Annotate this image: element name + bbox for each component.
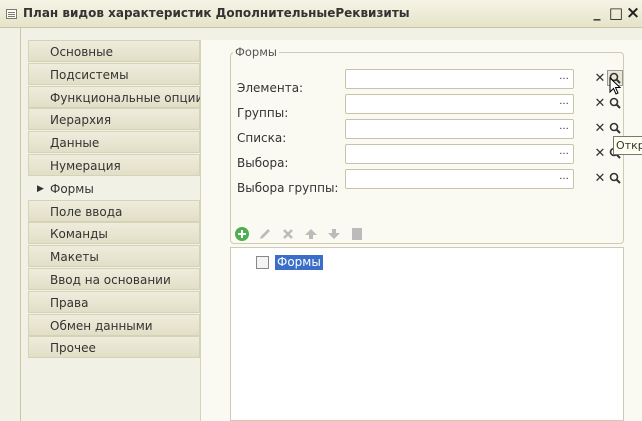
nav-item-label: Ввод на основании — [50, 272, 171, 287]
forms-group: Формы Элемента: ... ✕ Группы: ... ✕ Спис… — [230, 45, 624, 244]
nav-item-forms[interactable]: ▶ Формы — [28, 176, 200, 199]
nav-item-input-field[interactable]: Поле ввода — [28, 199, 200, 222]
nav-item-data[interactable]: Данные — [28, 131, 200, 154]
nav-item-label: Функциональные опции — [50, 90, 204, 105]
maximize-button[interactable]: □ — [607, 4, 625, 22]
nav-item-label: Нумерация — [50, 158, 121, 173]
clear-icon[interactable]: ✕ — [594, 147, 606, 161]
field-label-list: Списка: — [237, 131, 287, 145]
select-button[interactable]: ... — [557, 122, 571, 135]
nav-item-based-on[interactable]: Ввод на основании — [28, 267, 200, 290]
nav-item-label: Права — [50, 295, 89, 310]
list-form-input[interactable]: ... — [345, 119, 574, 139]
form-icon — [256, 256, 269, 269]
item-form-input[interactable]: ... — [345, 69, 574, 89]
delete-icon[interactable] — [280, 226, 296, 242]
open-icon[interactable] — [607, 170, 623, 186]
selected-arrow-icon: ▶ — [37, 183, 44, 194]
tooltip: Откр — [613, 136, 642, 155]
add-icon[interactable] — [234, 226, 250, 242]
forms-tree[interactable]: Формы — [230, 247, 624, 421]
field-label-group: Группы: — [237, 106, 289, 120]
nav-item-rights[interactable]: Права — [28, 290, 200, 313]
select-button[interactable]: ... — [557, 97, 571, 110]
window-icon — [6, 9, 17, 19]
tree-item-forms[interactable]: Формы — [275, 255, 323, 270]
nav-item-label: Макеты — [50, 250, 99, 265]
frame-border — [20, 28, 21, 421]
window-title: План видов характеристик ДополнительныеР… — [23, 6, 410, 20]
sections-nav: Основные Подсистемы Функциональные опции… — [28, 40, 204, 359]
group-choice-form-input[interactable]: ... — [345, 169, 574, 189]
nav-item-commands[interactable]: Команды — [28, 222, 200, 245]
edit-icon[interactable] — [257, 226, 273, 242]
forms-panel: Формы Элемента: ... ✕ Группы: ... ✕ Спис… — [200, 40, 642, 421]
close-button[interactable]: × — [624, 4, 642, 22]
nav-item-label: Основные — [50, 45, 114, 59]
nav-item-numbering[interactable]: Нумерация — [28, 153, 200, 176]
nav-item-label: Прочее — [50, 341, 96, 356]
properties-icon[interactable] — [349, 226, 365, 242]
field-label-group-choice: Выбора группы: — [237, 181, 339, 195]
nav-item-label: Данные — [50, 136, 100, 151]
nav-item-templates[interactable]: Макеты — [28, 245, 200, 268]
field-label-choice: Выбора: — [237, 156, 289, 170]
select-button[interactable]: ... — [557, 72, 571, 85]
clear-icon[interactable]: ✕ — [594, 122, 606, 136]
choice-form-input[interactable]: ... — [345, 144, 574, 164]
nav-item-main[interactable]: Основные — [28, 40, 200, 62]
clear-icon[interactable]: ✕ — [594, 172, 606, 186]
select-button[interactable]: ... — [557, 147, 571, 160]
nav-item-label: Обмен данными — [50, 318, 153, 333]
nav-item-data-exchange[interactable]: Обмен данными — [28, 313, 200, 336]
nav-item-label: Формы — [50, 181, 94, 196]
minimize-button[interactable]: _ — [588, 4, 606, 22]
move-up-icon[interactable] — [303, 226, 319, 242]
mouse-cursor-icon — [609, 77, 622, 95]
clear-icon[interactable]: ✕ — [594, 72, 606, 86]
select-button[interactable]: ... — [557, 172, 571, 185]
nav-item-subsystems[interactable]: Подсистемы — [28, 62, 200, 85]
group-title: Формы — [233, 45, 279, 59]
nav-item-label: Иерархия — [50, 113, 112, 128]
group-form-input[interactable]: ... — [345, 94, 574, 114]
nav-item-label: Поле ввода — [50, 204, 123, 219]
nav-item-label: Подсистемы — [50, 67, 129, 82]
open-icon[interactable] — [607, 95, 623, 111]
clear-icon[interactable]: ✕ — [594, 97, 606, 111]
nav-item-functional-options[interactable]: Функциональные опции — [28, 85, 204, 108]
move-down-icon[interactable] — [326, 226, 342, 242]
nav-item-other[interactable]: Прочее — [28, 336, 200, 359]
field-label-item: Элемента: — [237, 81, 304, 95]
title-bar: План видов характеристик ДополнительныеР… — [0, 0, 642, 28]
nav-item-hierarchy[interactable]: Иерархия — [28, 108, 200, 131]
open-icon[interactable] — [607, 120, 623, 136]
nav-item-label: Команды — [50, 227, 108, 242]
